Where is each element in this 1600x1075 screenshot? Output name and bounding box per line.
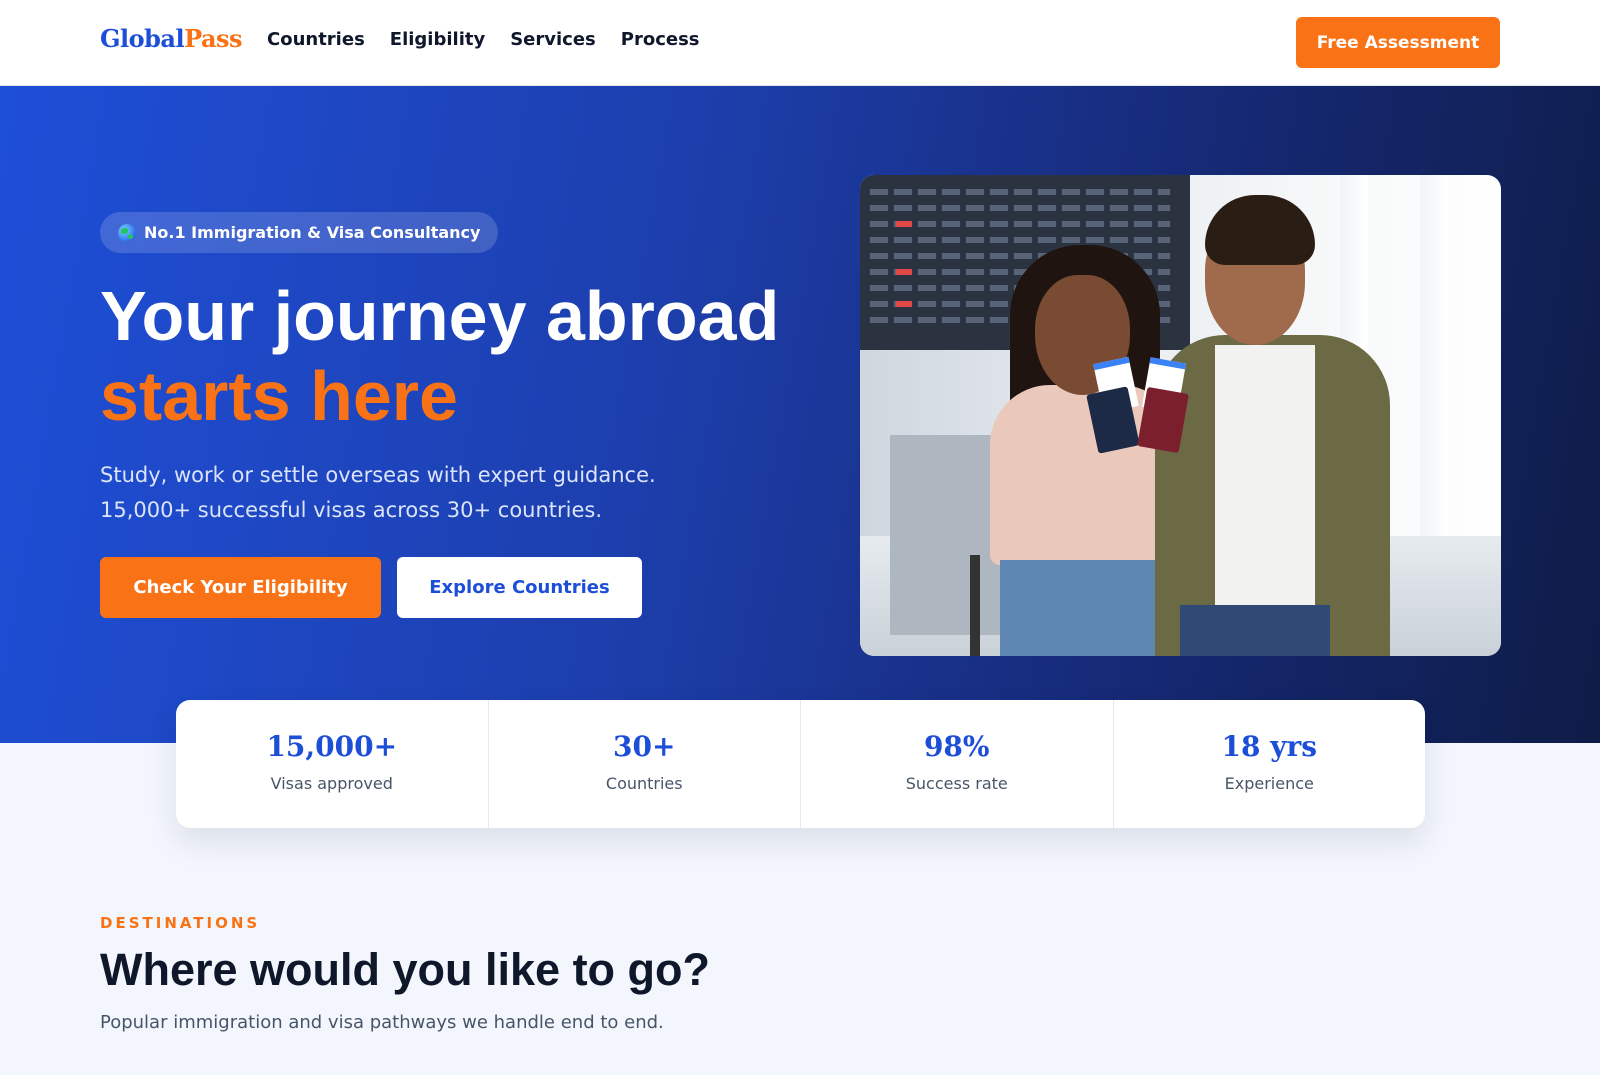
stat-label: Experience bbox=[1224, 774, 1314, 793]
check-eligibility-button[interactable]: Check Your Eligibility bbox=[100, 557, 381, 618]
stat-value: 30+ bbox=[613, 730, 676, 763]
section-title: Where would you like to go? bbox=[100, 944, 711, 995]
photo-man-shirt bbox=[1215, 345, 1315, 615]
section-eyebrow: DESTINATIONS bbox=[100, 914, 261, 932]
hero-subtitle: Study, work or settle overseas with expe… bbox=[100, 458, 740, 528]
nav-links: Countries Eligibility Services Process bbox=[267, 29, 700, 50]
nav-link-services[interactable]: Services bbox=[510, 29, 596, 50]
hero-photo-travelers bbox=[860, 175, 1501, 656]
stats-card: 15,000+ Visas approved 30+ Countries 98%… bbox=[176, 700, 1425, 828]
hero-badge: No.1 Immigration & Visa Consultancy bbox=[100, 212, 499, 253]
stat-label: Success rate bbox=[905, 774, 1008, 793]
stat-label: Countries bbox=[605, 774, 683, 793]
logo-text-pass: Pass bbox=[184, 24, 243, 53]
photo-man-hair bbox=[1205, 195, 1315, 265]
top-navbar: GlobalPass Countries Eligibility Service… bbox=[0, 0, 1600, 86]
hero-title-line1: Your journey abroad bbox=[100, 277, 780, 355]
stat-experience: 18 yrs Experience bbox=[1114, 700, 1426, 828]
stat-value: 15,000+ bbox=[266, 730, 398, 763]
logo[interactable]: GlobalPass bbox=[100, 24, 243, 53]
hero-title-line2: starts here bbox=[100, 357, 458, 435]
nav-link-eligibility[interactable]: Eligibility bbox=[390, 29, 485, 50]
hero-subtitle-line1: Study, work or settle overseas with expe… bbox=[100, 463, 656, 487]
photo-woman-jeans bbox=[1000, 560, 1165, 656]
hero-subtitle-line2: 15,000+ successful visas across 30+ coun… bbox=[100, 498, 603, 522]
section-subtitle: Popular immigration and visa pathways we… bbox=[100, 1012, 664, 1033]
logo-text-global: Global bbox=[100, 24, 185, 53]
nav-link-countries[interactable]: Countries bbox=[267, 29, 365, 50]
globe-icon bbox=[118, 223, 136, 242]
stat-visas-approved: 15,000+ Visas approved bbox=[176, 700, 489, 828]
nav-link-process[interactable]: Process bbox=[621, 29, 700, 50]
hero-section: No.1 Immigration & Visa Consultancy Your… bbox=[0, 86, 1600, 743]
hero-badge-label: No.1 Immigration & Visa Consultancy bbox=[144, 223, 481, 242]
explore-countries-button[interactable]: Explore Countries bbox=[397, 557, 642, 618]
stat-value: 98% bbox=[923, 730, 990, 763]
stat-success-rate: 98% Success rate bbox=[801, 700, 1114, 828]
stat-countries: 30+ Countries bbox=[489, 700, 801, 828]
free-assessment-button[interactable]: Free Assessment bbox=[1296, 17, 1500, 68]
stat-label: Visas approved bbox=[270, 774, 393, 793]
photo-luggage-handle bbox=[970, 555, 980, 656]
photo-man-jeans bbox=[1180, 605, 1330, 656]
stat-value: 18 yrs bbox=[1221, 730, 1318, 763]
